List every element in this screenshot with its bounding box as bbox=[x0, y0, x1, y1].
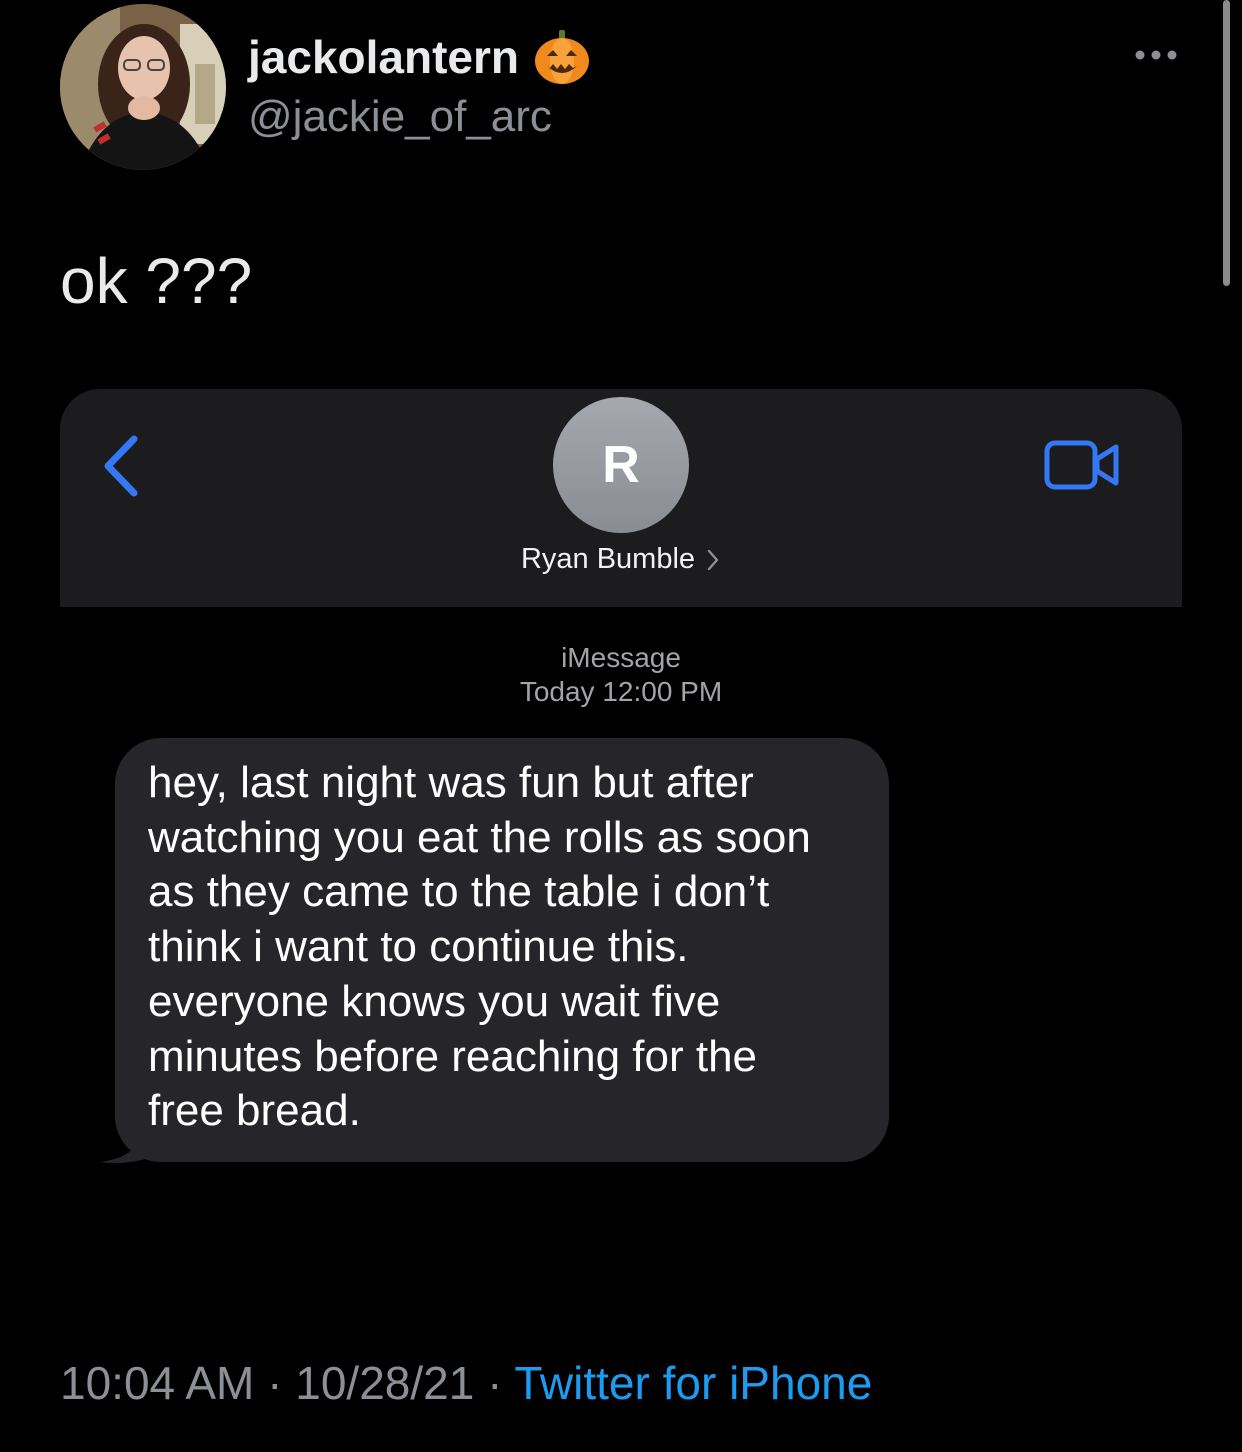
display-name[interactable]: jackolantern bbox=[248, 28, 591, 86]
video-call-icon bbox=[1044, 439, 1120, 491]
tweet-date[interactable]: 10/28/21 bbox=[295, 1357, 474, 1409]
tweet-text: ok ??? bbox=[60, 245, 253, 317]
more-icon[interactable] bbox=[1132, 40, 1180, 70]
pumpkin-icon bbox=[533, 28, 591, 86]
message-line: hey, last night was fun but after bbox=[148, 758, 754, 807]
imessage-header: R Ryan Bumble bbox=[60, 389, 1182, 607]
tweet-time[interactable]: 10:04 AM bbox=[60, 1357, 254, 1409]
contact-name-row: Ryan Bumble bbox=[60, 543, 1182, 576]
meta-separator: · bbox=[487, 1357, 503, 1409]
contact-name: Ryan Bumble bbox=[520, 543, 696, 575]
message-line: everyone knows you wait five bbox=[148, 976, 721, 1026]
message-line: minutes before reaching for the bbox=[148, 1031, 758, 1081]
meta-separator: · bbox=[267, 1357, 283, 1409]
disclosure-chevron-icon bbox=[705, 548, 721, 572]
tweet-view: jackolantern @jackie_of_arc ok ??? R Rya… bbox=[0, 0, 1242, 1452]
message-line: free bread. bbox=[148, 1086, 361, 1136]
message-line: think i want to continue this. bbox=[148, 922, 689, 972]
display-name-text: jackolantern bbox=[248, 31, 519, 83]
avatar[interactable] bbox=[60, 4, 226, 170]
contact-avatar: R bbox=[553, 397, 689, 533]
back-chevron-icon bbox=[100, 433, 146, 499]
message-line: as they came to the table i don’t bbox=[148, 867, 770, 917]
tweet-source-link[interactable]: Twitter for iPhone bbox=[514, 1357, 872, 1409]
message-line: watching you eat the rolls as soon bbox=[148, 812, 811, 862]
imessage-service-label: iMessage bbox=[561, 642, 681, 673]
user-handle[interactable]: @jackie_of_arc bbox=[248, 92, 552, 142]
message-text: hey, last night was fun but after watchi… bbox=[148, 756, 868, 1139]
imessage-timestamp: Today 12:00 PM bbox=[519, 676, 723, 707]
avatar-photo bbox=[60, 4, 226, 170]
scrollbar[interactable] bbox=[1223, 0, 1230, 286]
tweet-meta: 10:04 AM · 10/28/21 · Twitter for iPhone bbox=[60, 1356, 872, 1410]
